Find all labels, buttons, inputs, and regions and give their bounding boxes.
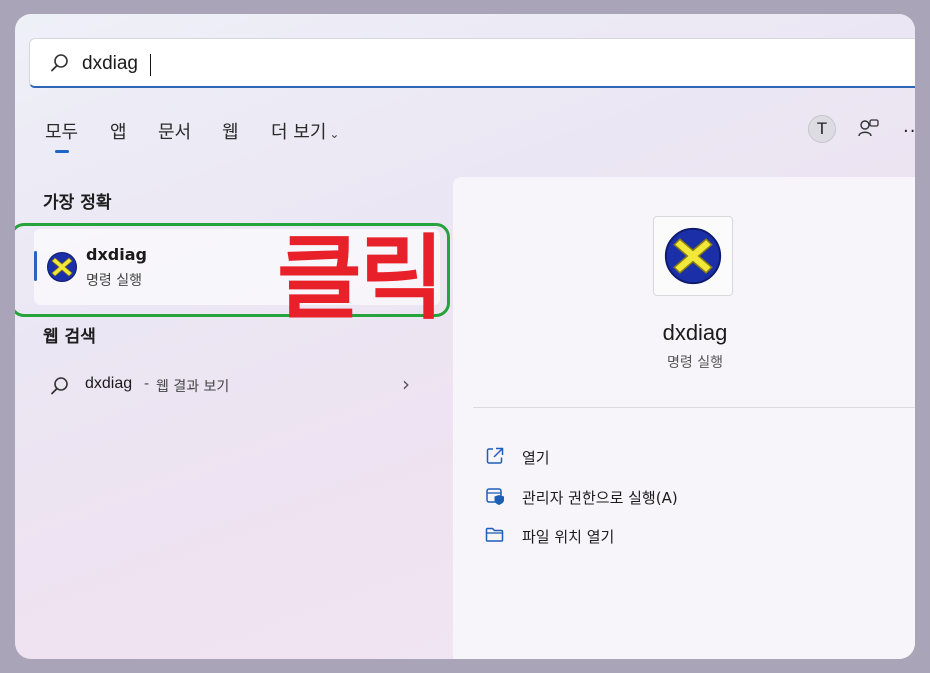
tab-web[interactable]: 웹: [222, 118, 239, 144]
people-icon[interactable]: [858, 118, 880, 142]
detail-app-name: dxdiag: [662, 320, 728, 345]
web-search-suffix: 웹 결과 보기: [156, 379, 230, 395]
text-cursor: [150, 54, 151, 76]
click-annotation: 클릭: [277, 225, 444, 332]
action-open-label: 열기: [522, 449, 550, 467]
open-icon: [485, 446, 505, 470]
web-search-separator: -: [144, 376, 150, 392]
web-search-title: 웹 검색: [43, 327, 96, 347]
search-icon: [50, 53, 70, 77]
best-match-title: 가장 정확: [43, 193, 112, 213]
tab-apps[interactable]: 앱: [110, 118, 127, 144]
chevron-right-icon: ›: [402, 372, 410, 396]
start-search-panel: 모두 앱 문서 웹 더 보기⌄ T ... 가장 정확 dxdiag 명령 실행…: [15, 14, 915, 659]
detail-pane: dxdiag 명령 실행 열기 관리자 권한으로 실행(A) 파일 위치 열기: [453, 177, 915, 659]
folder-icon: [485, 525, 505, 549]
admin-shield-icon: [485, 486, 505, 510]
web-search-query: dxdiag: [85, 375, 133, 392]
divider: [473, 407, 915, 408]
detail-app-type: 명령 실행: [667, 355, 723, 371]
tab-more[interactable]: 더 보기 ⌄: [271, 118, 339, 144]
more-options-icon[interactable]: ...: [903, 116, 915, 137]
action-run-as-admin-label: 관리자 권한으로 실행(A): [522, 489, 678, 507]
action-open-file-location-label: 파일 위치 열기: [522, 528, 615, 546]
search-box[interactable]: [29, 38, 915, 88]
tab-documents[interactable]: 문서: [158, 118, 191, 144]
detail-icon-box: [653, 216, 733, 296]
tab-more-label: 더 보기: [271, 122, 327, 143]
search-input[interactable]: [82, 51, 682, 77]
dxdiag-app-icon: [663, 226, 723, 290]
chevron-down-icon: ⌄: [329, 127, 340, 141]
search-icon: [50, 376, 70, 400]
web-search-item[interactable]: dxdiag - 웹 결과 보기 ›: [50, 372, 430, 402]
avatar[interactable]: T: [808, 115, 836, 143]
tab-all[interactable]: 모두: [45, 118, 78, 153]
